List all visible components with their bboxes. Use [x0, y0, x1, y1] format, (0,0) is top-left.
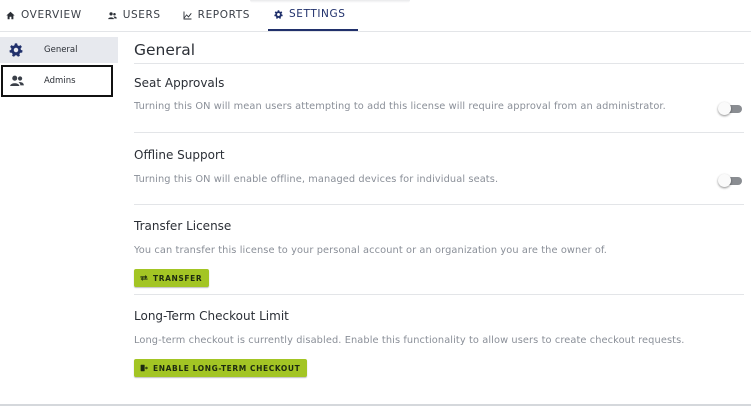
transfer-license-section: Transfer License You can transfer this l… [134, 205, 744, 295]
section-title: Transfer License [134, 219, 232, 233]
section-title: Seat Approvals [134, 76, 225, 90]
page-title: General [134, 37, 744, 64]
reports-icon [183, 11, 192, 19]
tab-label: REPORTS [197, 9, 251, 21]
sidebar-item-label: General [44, 45, 78, 55]
enable-long-term-checkout-button[interactable]: ENABLE LONG-TERM CHECKOUT [134, 359, 308, 377]
people-icon [10, 74, 24, 88]
section-description: Turning this ON will mean users attempti… [134, 101, 666, 112]
settings-sidebar: General Admins [0, 37, 118, 97]
top-nav-tabs: OVERVIEW USERS REPORTS SETTINGS [0, 0, 751, 32]
tab-label: USERS [122, 9, 161, 21]
home-icon [6, 11, 15, 19]
tab-users[interactable]: USERS [102, 0, 169, 31]
section-description: Turning this ON will enable offline, man… [134, 174, 499, 185]
tab-label: OVERVIEW [21, 9, 82, 21]
users-icon [107, 11, 117, 19]
sidebar-item-label: Admins [44, 76, 76, 86]
section-title: Offline Support [134, 148, 225, 162]
seat-approvals-toggle[interactable] [718, 102, 742, 115]
seat-approvals-section: Seat Approvals Turning this ON will mean… [134, 64, 744, 133]
tab-settings[interactable]: SETTINGS [268, 0, 358, 31]
long-term-checkout-section: Long-Term Checkout Limit Long-term check… [134, 295, 744, 383]
toggle-knob [718, 174, 731, 187]
gear-icon [274, 9, 283, 19]
offline-support-section: Offline Support Turning this ON will ena… [134, 133, 744, 205]
toggle-knob [718, 102, 731, 115]
transfer-button[interactable]: TRANSFER [134, 269, 210, 287]
sidebar-item-general[interactable]: General [0, 37, 118, 63]
gear-icon [9, 43, 23, 57]
button-label: TRANSFER [153, 273, 203, 283]
checkout-icon [140, 364, 148, 372]
section-title: Long-Term Checkout Limit [134, 309, 289, 323]
tab-label: SETTINGS [289, 8, 346, 20]
section-description: Long-term checkout is currently disabled… [134, 335, 685, 346]
tab-reports[interactable]: REPORTS [177, 0, 258, 31]
sidebar-item-admins[interactable]: Admins [1, 65, 113, 97]
button-label: ENABLE LONG-TERM CHECKOUT [153, 363, 301, 373]
settings-main: General Seat Approvals Turning this ON w… [134, 37, 744, 383]
transfer-icon [140, 275, 148, 281]
tab-overview[interactable]: OVERVIEW [0, 0, 90, 31]
section-description: You can transfer this license to your pe… [134, 245, 607, 256]
offline-support-toggle[interactable] [718, 174, 742, 187]
